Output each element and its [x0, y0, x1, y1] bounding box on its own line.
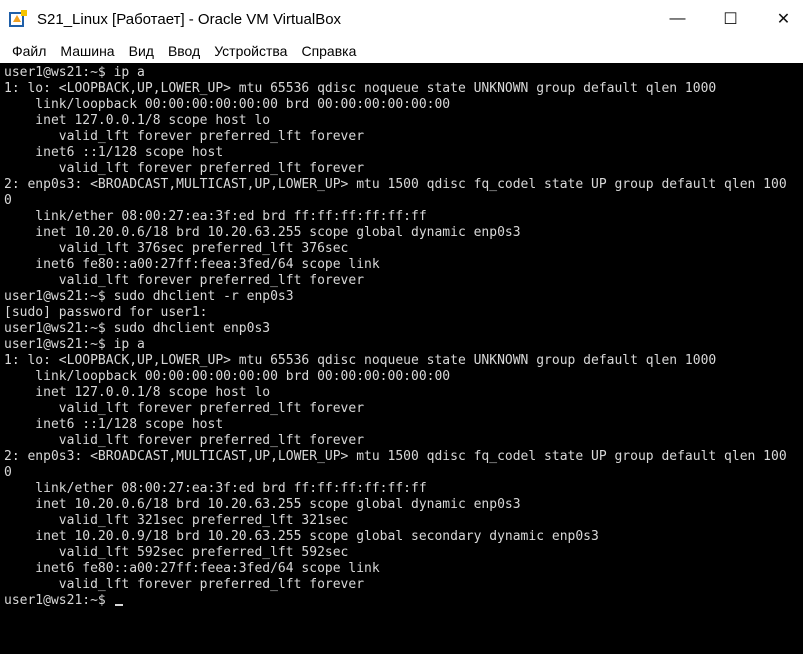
menu-view[interactable]: Вид	[123, 43, 160, 59]
terminal-line: 2: enp0s3: <BROADCAST,MULTICAST,UP,LOWER…	[4, 449, 787, 464]
terminal-line: 1: lo: <LOOPBACK,UP,LOWER_UP> mtu 65536 …	[4, 81, 717, 96]
terminal-line: link/loopback 00:00:00:00:00:00 brd 00:0…	[35, 97, 451, 112]
terminal-line: valid_lft 592sec preferred_lft 592sec	[58, 545, 349, 560]
terminal-line: link/loopback 00:00:00:00:00:00 brd 00:0…	[35, 369, 451, 384]
terminal-line: valid_lft forever preferred_lft forever	[58, 161, 365, 176]
terminal-line: valid_lft forever preferred_lft forever	[58, 401, 365, 416]
terminal-line: 0	[4, 193, 12, 208]
terminal-line: valid_lft forever preferred_lft forever	[58, 577, 365, 592]
menu-file[interactable]: Файл	[6, 43, 52, 59]
terminal-line: valid_lft 321sec preferred_lft 321sec	[58, 513, 349, 528]
virtualbox-icon	[8, 9, 28, 29]
terminal-line: valid_lft 376sec preferred_lft 376sec	[58, 241, 349, 256]
terminal-line: user1@ws21:~$ ip a	[4, 337, 145, 352]
maximize-button[interactable]: ☐	[704, 0, 757, 38]
title-bar[interactable]: S21_Linux [Работает] - Oracle VM Virtual…	[0, 0, 810, 38]
close-icon: ✕	[776, 11, 791, 28]
terminal-lines: user1@ws21:~$ ip a 1: lo: <LOOPBACK,UP,L…	[4, 65, 787, 592]
menu-devices[interactable]: Устройства	[208, 43, 293, 59]
terminal-line: [sudo] password for user1:	[4, 305, 208, 320]
terminal-line: 0	[4, 465, 12, 480]
terminal-line: valid_lft forever preferred_lft forever	[58, 129, 365, 144]
close-button[interactable]: ✕	[757, 0, 810, 38]
terminal-line: inet6 fe80::a00:27ff:feea:3fed/64 scope …	[35, 561, 380, 576]
terminal-line: inet 10.20.0.6/18 brd 10.20.63.255 scope…	[35, 225, 521, 240]
text-cursor	[114, 604, 123, 606]
menu-help[interactable]: Справка	[295, 43, 362, 59]
terminal-output: user1@ws21:~$ ip a 1: lo: <LOOPBACK,UP,L…	[0, 63, 803, 609]
menu-input[interactable]: Ввод	[162, 43, 206, 59]
terminal-line: inet6 ::1/128 scope host	[35, 145, 224, 160]
maximize-icon: ☐	[723, 11, 738, 28]
terminal-prompt: user1@ws21:~$	[4, 593, 114, 608]
window-controls: — ☐ ✕	[651, 0, 810, 38]
terminal-line: valid_lft forever preferred_lft forever	[58, 273, 365, 288]
terminal-line: link/ether 08:00:27:ea:3f:ed brd ff:ff:f…	[35, 481, 427, 496]
host-desktop-strip	[803, 63, 810, 654]
terminal-line: inet6 fe80::a00:27ff:feea:3fed/64 scope …	[35, 257, 380, 272]
menu-bar: Файл Машина Вид Ввод Устройства Справка	[0, 38, 810, 63]
terminal-line: inet6 ::1/128 scope host	[35, 417, 224, 432]
terminal-line: valid_lft forever preferred_lft forever	[58, 433, 365, 448]
terminal-line: 1: lo: <LOOPBACK,UP,LOWER_UP> mtu 65536 …	[4, 353, 717, 368]
terminal-line: inet 127.0.0.1/8 scope host lo	[35, 385, 271, 400]
terminal-line: user1@ws21:~$ sudo dhclient enp0s3	[4, 321, 271, 336]
terminal-line: inet 10.20.0.6/18 brd 10.20.63.255 scope…	[35, 497, 521, 512]
terminal-line: inet 127.0.0.1/8 scope host lo	[35, 113, 271, 128]
menu-machine[interactable]: Машина	[54, 43, 120, 59]
terminal-line: user1@ws21:~$ ip a	[4, 65, 145, 80]
minimize-button[interactable]: —	[651, 0, 704, 38]
terminal-line: inet 10.20.0.9/18 brd 10.20.63.255 scope…	[35, 529, 599, 544]
terminal-line: link/ether 08:00:27:ea:3f:ed brd ff:ff:f…	[35, 209, 427, 224]
terminal-line: user1@ws21:~$ sudo dhclient -r enp0s3	[4, 289, 294, 304]
window-title: S21_Linux [Работает] - Oracle VM Virtual…	[37, 10, 342, 28]
terminal-line: 2: enp0s3: <BROADCAST,MULTICAST,UP,LOWER…	[4, 177, 787, 192]
minimize-icon: —	[669, 10, 686, 27]
vm-console[interactable]: user1@ws21:~$ ip a 1: lo: <LOOPBACK,UP,L…	[0, 63, 803, 654]
